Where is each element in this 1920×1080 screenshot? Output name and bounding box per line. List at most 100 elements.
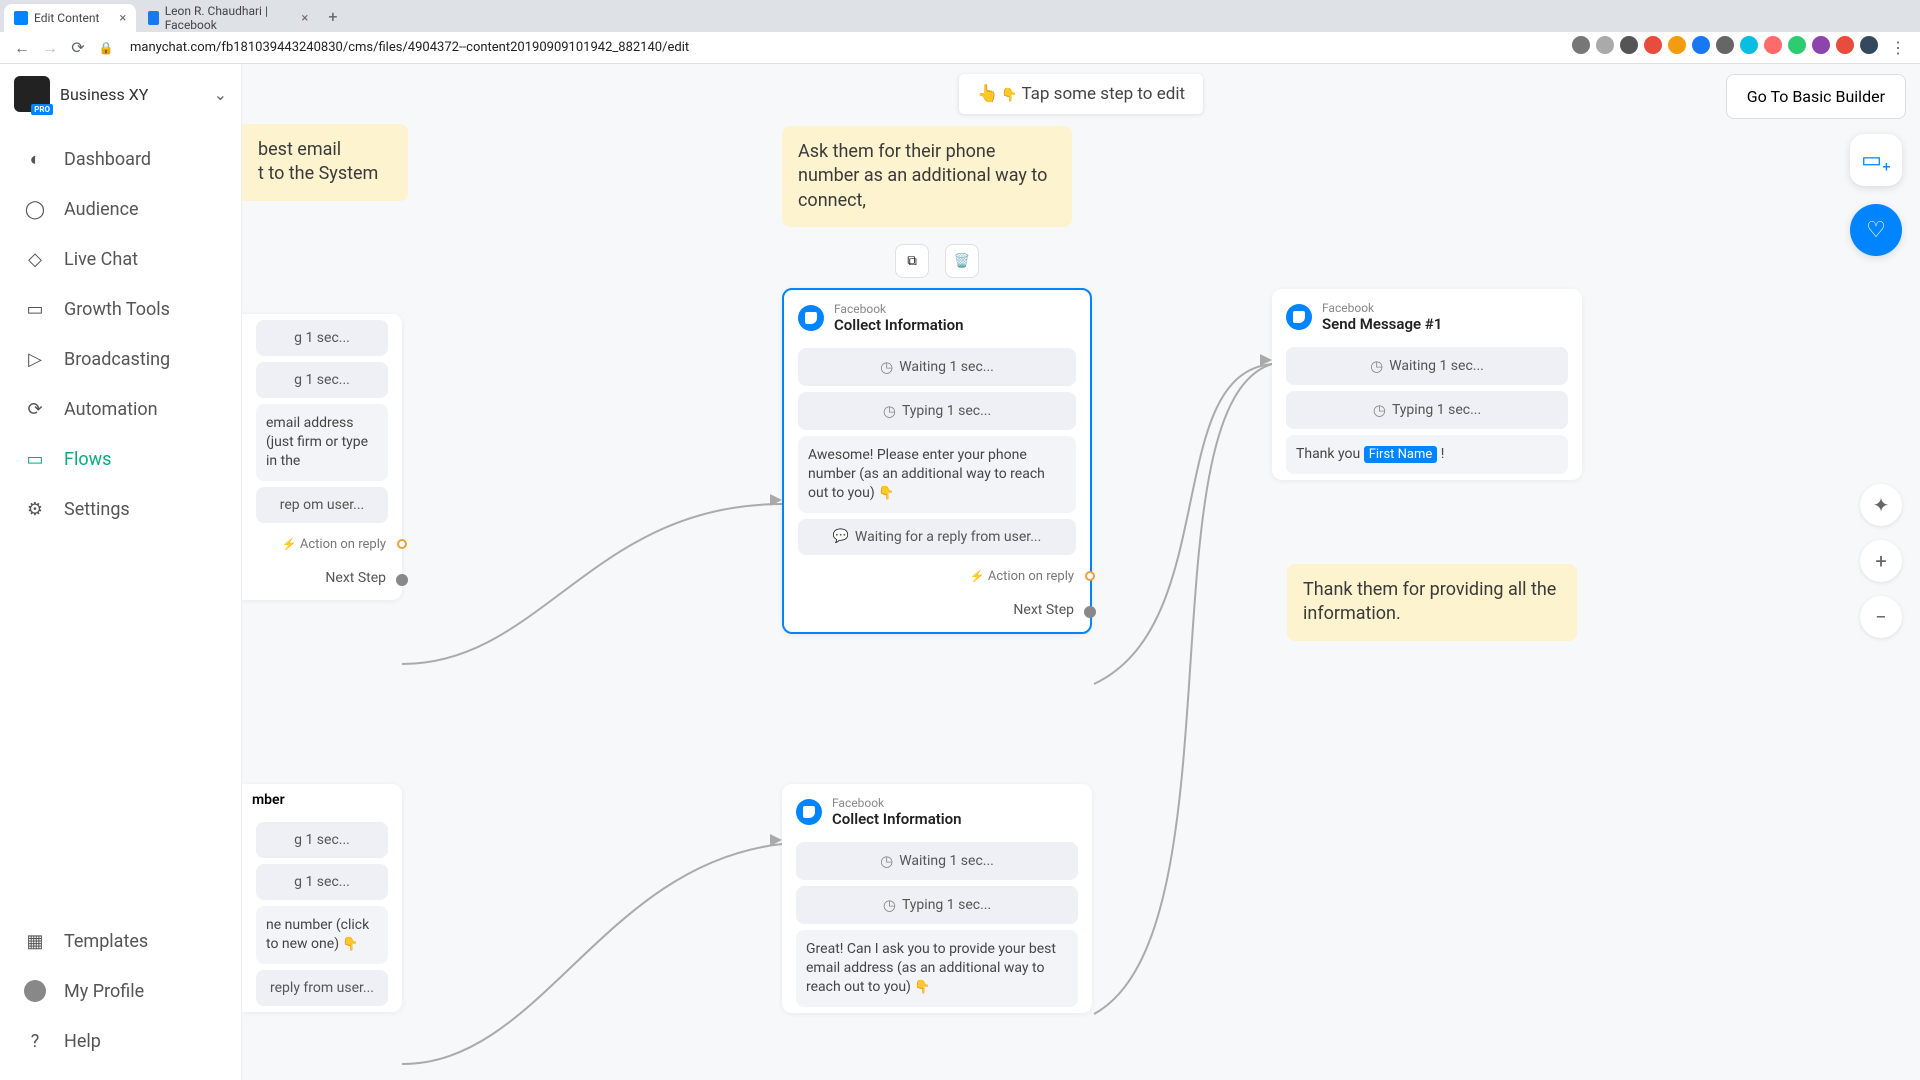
sidebar-item-profile[interactable]: My Profile <box>0 966 241 1016</box>
chat-icon <box>833 529 849 544</box>
pro-badge: PRO <box>31 104 53 115</box>
point-down-icon: 👆 <box>977 84 1018 104</box>
extension-icon[interactable] <box>1740 36 1758 54</box>
clock-icon <box>1370 357 1383 375</box>
delay-pill[interactable]: g 1 sec... <box>256 320 388 356</box>
extension-icon[interactable] <box>1788 36 1806 54</box>
avatar-icon <box>24 980 46 1002</box>
extension-icon[interactable] <box>1644 36 1662 54</box>
sticky-note[interactable]: best email t to the System <box>242 124 408 201</box>
new-tab-button[interactable]: + <box>320 7 345 26</box>
url-field[interactable]: manychat.com/fb181039443240830/cms/files… <box>120 40 1572 55</box>
next-step-connector[interactable]: Next Step <box>242 560 402 600</box>
delay-pill[interactable]: g 1 sec... <box>256 864 388 900</box>
sparkle-icon: ✦ <box>1873 493 1890 517</box>
browser-tab-active[interactable]: Edit Content × <box>4 4 136 32</box>
business-selector[interactable]: PRO Business XY ⌄ <box>0 64 241 124</box>
delay-pill[interactable]: g 1 sec... <box>256 822 388 858</box>
broadcast-icon: ▷ <box>24 348 46 370</box>
reload-button[interactable]: ⟳ <box>66 36 90 60</box>
address-bar: ← → ⟳ 🔒 manychat.com/fb181039443240830/c… <box>0 32 1920 64</box>
connector-dot[interactable] <box>1085 571 1095 581</box>
sticky-note[interactable]: Ask them for their phone number as an ad… <box>782 126 1072 227</box>
delay-pill[interactable]: g 1 sec... <box>256 362 388 398</box>
add-card-button[interactable]: ▭₊ <box>1850 134 1902 186</box>
message-preview[interactable]: email address (just firm or type in the <box>256 404 388 481</box>
copy-icon: ⧉ <box>907 254 917 269</box>
assistant-button[interactable]: ♡ <box>1850 204 1902 256</box>
delay-pill[interactable]: Waiting 1 sec... <box>1286 347 1568 385</box>
sidebar-item-flows[interactable]: ▭Flows <box>0 434 241 484</box>
sidebar-item-broadcasting[interactable]: ▷Broadcasting <box>0 334 241 384</box>
extension-icon[interactable] <box>1716 36 1734 54</box>
extension-icon[interactable] <box>1596 36 1614 54</box>
message-preview[interactable]: Thank you First Name ! <box>1286 435 1568 474</box>
clock-icon <box>880 852 893 870</box>
message-preview[interactable]: Great! Can I ask you to provide your bes… <box>796 930 1078 1007</box>
sidebar-item-help[interactable]: ?Help <box>0 1016 241 1066</box>
tab-title: Edit Content <box>34 11 99 25</box>
flow-card-partial[interactable]: g 1 sec... g 1 sec... email address (jus… <box>242 314 402 600</box>
action-on-reply[interactable]: Action on reply <box>242 529 402 560</box>
zoom-out-button[interactable]: − <box>1860 596 1902 638</box>
delete-button[interactable]: 🗑️ <box>945 244 979 278</box>
messenger-icon <box>796 799 822 825</box>
sticky-note[interactable]: Thank them for providing all the informa… <box>1287 564 1577 641</box>
sidebar-item-automation[interactable]: ⟳Automation <box>0 384 241 434</box>
extension-icon[interactable] <box>1668 36 1686 54</box>
back-button[interactable]: ← <box>10 36 34 60</box>
clock-icon <box>1373 401 1386 419</box>
folder-icon: ▭ <box>24 448 46 470</box>
reply-wait-pill[interactable]: Waiting for a reply from user... <box>798 519 1076 555</box>
delay-pill[interactable]: Typing 1 sec... <box>1286 391 1568 429</box>
reply-wait-pill[interactable]: reply from user... <box>256 970 388 1006</box>
connector-dot[interactable] <box>396 574 408 586</box>
sidebar-item-growth[interactable]: ▭Growth Tools <box>0 284 241 334</box>
tab-close-icon[interactable]: × <box>301 11 308 26</box>
lock-icon: 🔒 <box>94 36 118 60</box>
message-preview[interactable]: Awesome! Please enter your phone number … <box>798 436 1076 513</box>
business-avatar-icon: PRO <box>14 76 50 112</box>
browser-tab[interactable]: Leon R. Chaudhari | Facebook × <box>138 4 318 32</box>
delay-pill[interactable]: Typing 1 sec... <box>796 886 1078 924</box>
flow-card-partial[interactable]: mber g 1 sec... g 1 sec... ne number (cl… <box>242 784 402 1012</box>
delay-pill[interactable]: Waiting 1 sec... <box>798 348 1076 386</box>
connector-dot[interactable] <box>1084 606 1096 618</box>
duplicate-button[interactable]: ⧉ <box>895 244 929 278</box>
extension-icon[interactable] <box>1812 36 1830 54</box>
card-title: Collect Information <box>832 810 962 828</box>
extension-icon[interactable] <box>1764 36 1782 54</box>
platform-label: Facebook <box>834 302 964 316</box>
message-preview[interactable]: ne number (click to new one) <box>256 906 388 964</box>
extension-icon[interactable] <box>1836 36 1854 54</box>
delay-pill[interactable]: Typing 1 sec... <box>798 392 1076 430</box>
forward-button[interactable]: → <box>38 36 62 60</box>
go-basic-builder-button[interactable]: Go To Basic Builder <box>1726 74 1906 119</box>
tab-favicon-icon <box>14 11 28 25</box>
variable-token[interactable]: First Name <box>1364 446 1438 463</box>
connector-dot[interactable] <box>397 539 407 549</box>
sidebar-item-settings[interactable]: ⚙Settings <box>0 484 241 534</box>
flow-card-collect-info[interactable]: Facebook Collect Information Waiting 1 s… <box>782 288 1092 634</box>
star-icon[interactable] <box>1620 36 1638 54</box>
sidebar-item-livechat[interactable]: ◇Live Chat <box>0 234 241 284</box>
clock-icon <box>880 358 893 376</box>
profile-avatar-icon[interactable] <box>1860 36 1878 54</box>
sidebar-item-dashboard[interactable]: ◐Dashboard <box>0 134 241 184</box>
flow-canvas[interactable]: 👆 Tap some step to edit Go To Basic Buil… <box>242 64 1920 1080</box>
card-toolbar: ⧉ 🗑️ <box>782 244 1092 278</box>
chrome-menu-icon[interactable]: ⋮ <box>1886 36 1910 60</box>
extension-icon[interactable] <box>1692 36 1710 54</box>
delay-pill[interactable]: Waiting 1 sec... <box>796 842 1078 880</box>
flow-card-collect-info[interactable]: Facebook Collect Information Waiting 1 s… <box>782 784 1092 1013</box>
sidebar-item-audience[interactable]: ◯Audience <box>0 184 241 234</box>
tab-close-icon[interactable]: × <box>119 11 126 26</box>
auto-arrange-button[interactable]: ✦ <box>1860 484 1902 526</box>
flow-card-send-message[interactable]: Facebook Send Message #1 Waiting 1 sec..… <box>1272 289 1582 480</box>
action-on-reply[interactable]: Action on reply <box>784 561 1090 592</box>
sidebar-item-templates[interactable]: ▦Templates <box>0 916 241 966</box>
extension-icon[interactable] <box>1572 36 1590 54</box>
reply-wait-pill[interactable]: rep om user... <box>256 487 388 523</box>
next-step-connector[interactable]: Next Step <box>784 592 1090 632</box>
zoom-in-button[interactable]: + <box>1860 540 1902 582</box>
